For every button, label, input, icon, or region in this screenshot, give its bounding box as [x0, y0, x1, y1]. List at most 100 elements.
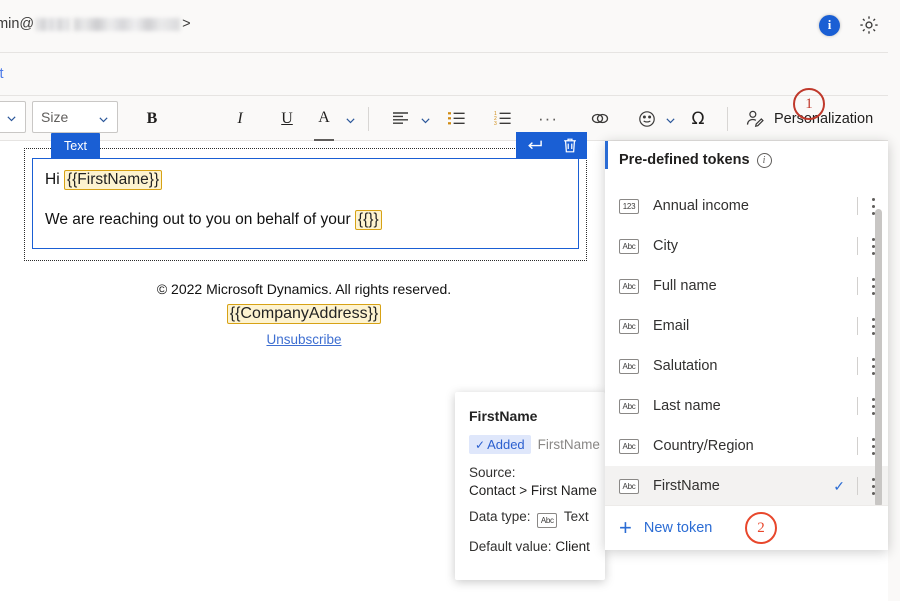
- token-list-item-label: City: [653, 238, 678, 254]
- token-list-item[interactable]: Abc City: [605, 226, 888, 266]
- link-icon: [590, 111, 610, 126]
- unsubscribe-link[interactable]: Unsubscribe: [0, 332, 608, 347]
- company-address-token[interactable]: {{CompanyAddress}}: [227, 304, 382, 324]
- more-actions-icon[interactable]: [858, 276, 888, 297]
- panel-title-row: Pre-defined tokens i: [619, 152, 772, 168]
- token-list-item[interactable]: AbcLast name: [605, 386, 888, 426]
- font-family-select[interactable]: [0, 101, 26, 133]
- font-color-button[interactable]: A: [314, 96, 334, 141]
- more-actions-icon[interactable]: [858, 396, 888, 417]
- text-type-icon: Abc: [619, 399, 639, 414]
- token-datatype-value: Text: [564, 509, 589, 524]
- link-button[interactable]: [586, 96, 614, 141]
- align-chevron[interactable]: [415, 96, 435, 141]
- token-list-item[interactable]: 123Annual income: [605, 186, 888, 226]
- subject-text[interactable]: ject: [0, 66, 4, 82]
- token-default-value: Client: [555, 539, 590, 554]
- token-list-item[interactable]: Abc Country/Region: [605, 426, 888, 466]
- from-address-suffix: >: [182, 16, 190, 32]
- footer-address-row: {{CompanyAddress}}: [0, 304, 608, 324]
- token-list-item[interactable]: AbcFirstName✓: [605, 466, 888, 505]
- empty-token[interactable]: {{}}: [355, 210, 382, 230]
- new-token-label: New token: [644, 520, 713, 536]
- font-color-chevron[interactable]: [340, 96, 360, 141]
- underline-button[interactable]: U: [273, 96, 301, 141]
- check-icon: ✓: [833, 478, 845, 495]
- underline-icon: U: [281, 110, 293, 128]
- tokens-list[interactable]: 123Annual income Abc City Abc Full name AbcEm…: [605, 186, 888, 505]
- emoji-chevron[interactable]: [660, 96, 680, 141]
- header-actions: i: [819, 14, 880, 36]
- token-default-label: Default value:: [469, 539, 552, 554]
- body-line-2: We are reaching out to you on behalf of …: [45, 210, 382, 230]
- text-block-container[interactable]: Text Hi {{FirstName}} We are reach: [24, 148, 587, 261]
- token-list-item[interactable]: AbcEmail: [605, 306, 888, 346]
- from-address: dmin@>: [0, 16, 191, 32]
- text-type-icon: Abc: [619, 279, 639, 294]
- return-arrow-icon[interactable]: [525, 138, 543, 154]
- annotation-1-label: 1: [805, 96, 813, 113]
- plus-icon: +: [619, 517, 632, 539]
- more-actions-icon[interactable]: [858, 356, 888, 377]
- email-header-bar: dmin@> i: [0, 0, 900, 53]
- bulleted-list-button[interactable]: [443, 96, 469, 141]
- person-edit-icon: [746, 109, 765, 128]
- info-icon[interactable]: i: [819, 15, 840, 36]
- block-action-bar: [516, 132, 587, 159]
- svg-text:3: 3: [494, 121, 497, 126]
- chevron-down-icon: [420, 113, 431, 124]
- bold-button[interactable]: B: [138, 96, 166, 141]
- annotation-2-label: 2: [757, 520, 765, 537]
- italic-button[interactable]: I: [226, 96, 254, 141]
- body-line-1: Hi {{FirstName}}: [45, 170, 162, 190]
- token-list-item[interactable]: Abc Full name: [605, 266, 888, 306]
- more-actions-icon[interactable]: [858, 436, 888, 457]
- italic-icon: I: [237, 110, 242, 128]
- annotation-marker-2: 2: [745, 512, 777, 544]
- text-block-editable[interactable]: Hi {{FirstName}} We are reaching out to …: [32, 158, 579, 249]
- numbered-list-icon: 123: [494, 111, 511, 126]
- token-list-item-label: Salutation: [653, 358, 718, 374]
- redacted-domain-part-1: [36, 18, 70, 31]
- emoji-button[interactable]: [634, 96, 660, 141]
- page-right-gutter: [888, 0, 900, 601]
- more-actions-icon[interactable]: [858, 476, 888, 497]
- abc-icon-text: Abc: [541, 516, 554, 525]
- annotation-marker-1: 1: [793, 88, 825, 120]
- emoji-icon: [638, 110, 656, 128]
- align-left-icon: [392, 111, 409, 126]
- gear-icon[interactable]: [858, 14, 880, 36]
- toolbar-divider: [368, 107, 369, 131]
- bold-icon: B: [147, 110, 158, 128]
- tokens-scrollbar-thumb[interactable]: [875, 209, 882, 507]
- formatting-toolbar: Size B I U A 123 ···: [0, 96, 900, 141]
- chevron-down-icon: [665, 113, 676, 124]
- more-actions-icon[interactable]: [858, 236, 888, 257]
- text-type-icon: Abc: [619, 439, 639, 454]
- font-color-icon: A: [318, 110, 330, 125]
- subject-row[interactable]: ject: [0, 53, 900, 96]
- token-detail-title: FirstName: [469, 408, 605, 424]
- block-type-text: Text: [64, 139, 87, 153]
- token-list-item-label: Full name: [653, 278, 717, 294]
- more-actions-icon[interactable]: [858, 316, 888, 337]
- token-detail-added-row: ✓AddedFirstName: [469, 435, 605, 454]
- info-icon[interactable]: i: [757, 153, 772, 168]
- special-character-button[interactable]: Ω: [685, 96, 711, 141]
- predefined-tokens-panel: Pre-defined tokens i 123Annual incomeAbc…: [605, 141, 888, 550]
- numbered-list-button[interactable]: 123: [489, 96, 515, 141]
- chevron-down-icon: [98, 112, 109, 123]
- number-type-icon: 123: [619, 199, 639, 214]
- align-left-button[interactable]: [387, 96, 413, 141]
- font-size-value: Size: [41, 109, 68, 125]
- chevron-down-icon: [6, 111, 17, 122]
- token-list-item-label: Country/Region: [653, 438, 754, 454]
- font-size-select[interactable]: Size: [32, 101, 118, 133]
- more-actions-icon[interactable]: [858, 196, 888, 217]
- token-source-value: Contact > First Name: [469, 483, 605, 498]
- omega-icon: Ω: [692, 109, 705, 129]
- trash-icon[interactable]: [562, 137, 578, 154]
- text-type-icon: Abc: [619, 239, 639, 254]
- firstname-token[interactable]: {{FirstName}}: [64, 170, 162, 190]
- token-list-item[interactable]: AbcSalutation: [605, 346, 888, 386]
